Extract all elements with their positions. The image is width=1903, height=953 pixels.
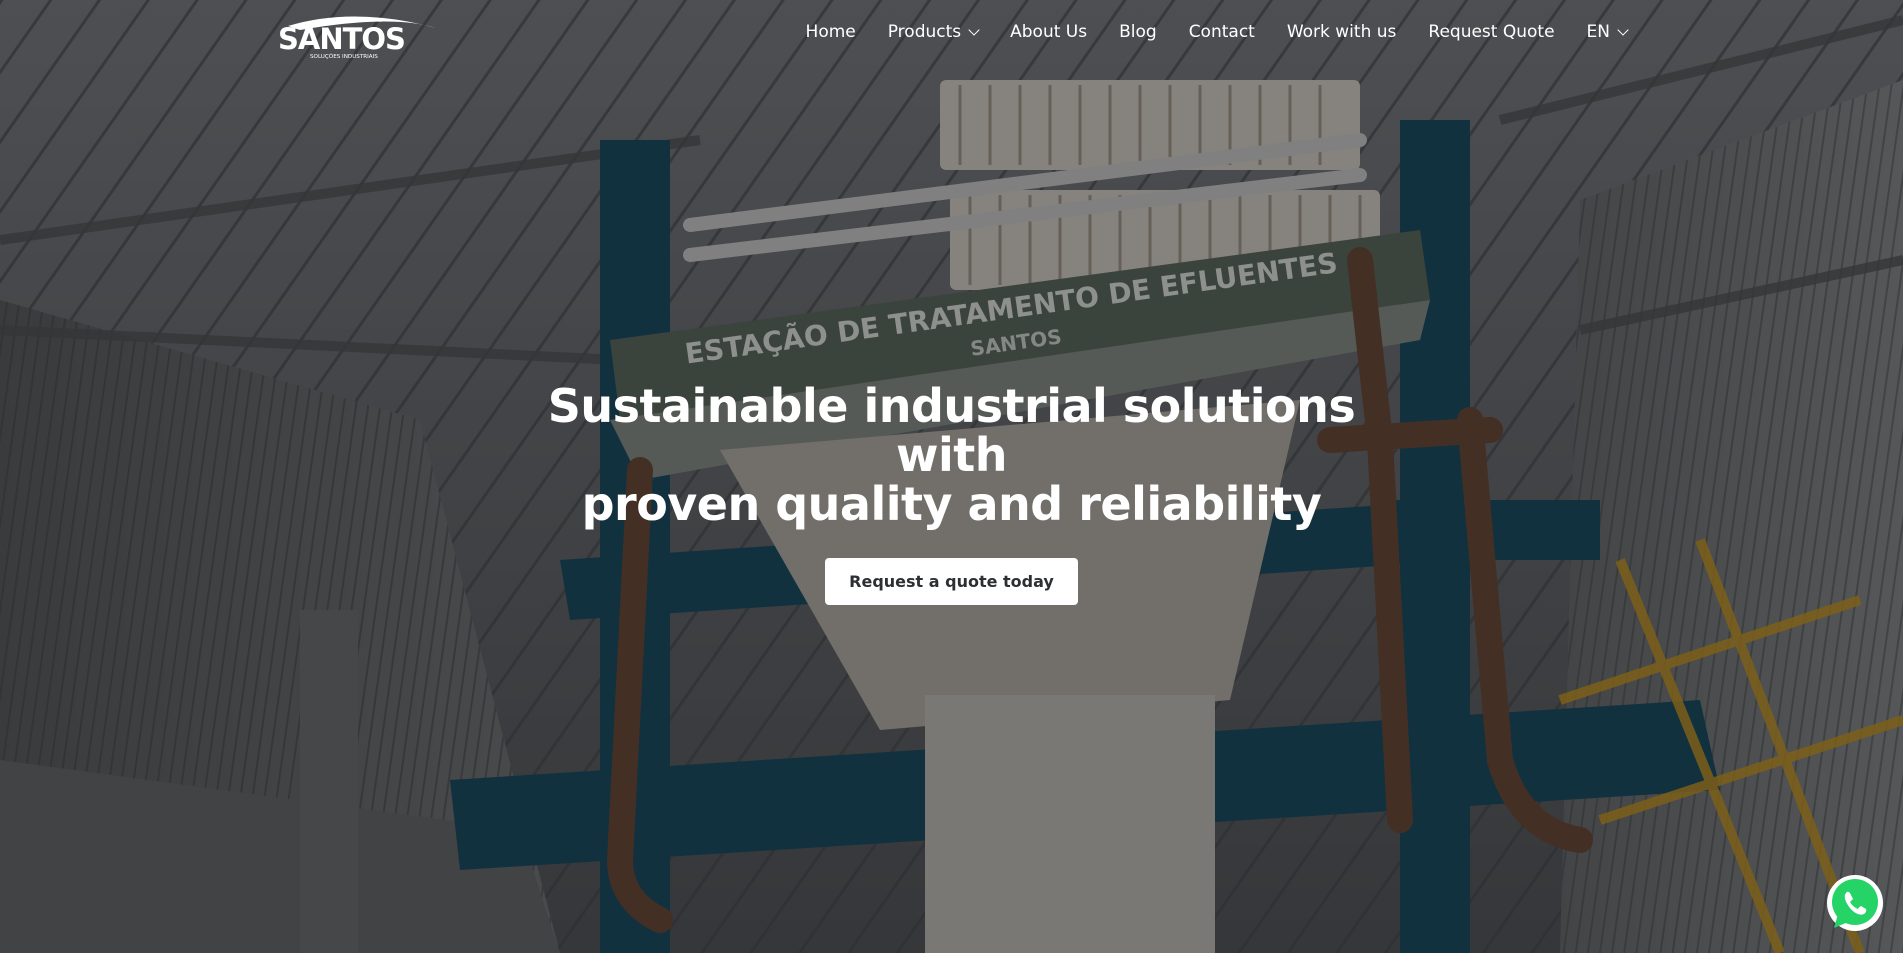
nav-item-blog[interactable]: Blog <box>1119 22 1157 42</box>
nav-item-label: Request Quote <box>1428 22 1555 42</box>
hero-headline-line-1: Sustainable industrial solutions with <box>547 379 1356 482</box>
nav-item-about-us[interactable]: About Us <box>1010 22 1087 42</box>
request-quote-button[interactable]: Request a quote today <box>825 558 1078 605</box>
nav-item-label: Home <box>805 22 856 42</box>
logo-text: SANTOS <box>278 22 405 56</box>
chevron-down-icon <box>1617 23 1629 36</box>
chevron-down-icon <box>968 23 980 36</box>
main-nav: Home Products About Us Blog Contact Work… <box>774 22 1629 42</box>
nav-item-label: About Us <box>1010 22 1088 42</box>
hero-headline: Sustainable industrial solutions with pr… <box>502 382 1402 529</box>
nav-item-home[interactable]: Home <box>806 22 856 42</box>
hero-section: ESTAÇÃO DE TRATAMENTO DE EFLUENTES SANTO… <box>0 0 1903 953</box>
hero-headline-line-2: proven quality and reliability <box>581 477 1322 531</box>
nav-item-label: Products <box>887 22 962 42</box>
whatsapp-icon[interactable] <box>1826 874 1884 932</box>
nav-item-products[interactable]: Products <box>887 22 980 42</box>
nav-item-contact[interactable]: Contact <box>1189 22 1255 42</box>
nav-item-label: Contact <box>1188 22 1255 42</box>
santos-logo[interactable]: SANTOS SOLUÇÕES INDUSTRIAIS <box>274 8 444 60</box>
nav-item-label: Blog <box>1119 22 1157 42</box>
language-label: EN <box>1586 22 1610 42</box>
nav-item-request-quote[interactable]: Request Quote <box>1428 22 1554 42</box>
nav-item-work-with-us[interactable]: Work with us <box>1287 22 1397 42</box>
hero-content: Sustainable industrial solutions with pr… <box>0 382 1903 605</box>
nav-item-label: Work with us <box>1286 22 1397 42</box>
site-header: SANTOS SOLUÇÕES INDUSTRIAIS Home Product… <box>0 0 1903 70</box>
logo-subtext: SOLUÇÕES INDUSTRIAIS <box>310 53 378 60</box>
language-selector[interactable]: EN <box>1586 22 1629 42</box>
